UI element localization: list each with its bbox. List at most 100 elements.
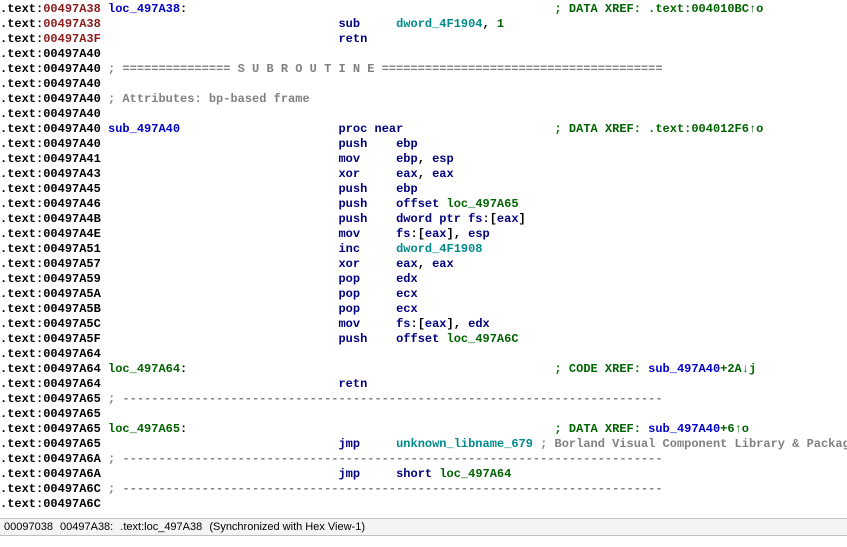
operands[interactable]: ebp: [396, 137, 418, 151]
address[interactable]: 00497A40: [43, 62, 101, 76]
asm-line[interactable]: .text:00497A65 ; -----------------------…: [0, 392, 847, 407]
address[interactable]: 00497A46: [43, 197, 101, 211]
asm-line[interactable]: .text:00497A6C: [0, 497, 847, 512]
asm-line[interactable]: .text:00497A38 sub dword_4F1904, 1: [0, 17, 847, 32]
operands[interactable]: eax, eax: [396, 257, 454, 271]
asm-line[interactable]: .text:00497A38 loc_497A38: ; DATA XREF: …: [0, 2, 847, 17]
asm-line[interactable]: .text:00497A4B push dword ptr fs:[eax]: [0, 212, 847, 227]
operands[interactable]: offset loc_497A65: [396, 197, 518, 211]
asm-line[interactable]: .text:00497A43 xor eax, eax: [0, 167, 847, 182]
operands[interactable]: offset loc_497A6C: [396, 332, 518, 346]
address[interactable]: 00497A45: [43, 182, 101, 196]
segment-prefix: .text:: [0, 92, 43, 106]
asm-line[interactable]: .text:00497A51 inc dword_4F1908: [0, 242, 847, 257]
address[interactable]: 00497A6A: [43, 452, 101, 466]
address[interactable]: 00497A5B: [43, 302, 101, 316]
segment-prefix: .text:: [0, 2, 43, 16]
asm-line[interactable]: .text:00497A40 ; Attributes: bp-based fr…: [0, 92, 847, 107]
asm-line[interactable]: .text:00497A59 pop edx: [0, 272, 847, 287]
asm-line[interactable]: .text:00497A40 ; =============== S U B R…: [0, 62, 847, 77]
operands[interactable]: fs:[eax], edx: [396, 317, 490, 331]
asm-line[interactable]: .text:00497A40: [0, 77, 847, 92]
operands[interactable]: dword_4F1908: [396, 242, 482, 256]
operands[interactable]: dword ptr fs:[eax]: [396, 212, 526, 226]
asm-line[interactable]: .text:00497A6A ; -----------------------…: [0, 452, 847, 467]
address[interactable]: 00497A5A: [43, 287, 101, 301]
address[interactable]: 00497A40: [43, 92, 101, 106]
xref[interactable]: ; DATA XREF: sub_497A40+6↑o: [555, 422, 749, 436]
operands[interactable]: ecx: [396, 287, 418, 301]
address[interactable]: 00497A4B: [43, 212, 101, 226]
address[interactable]: 00497A38: [43, 17, 101, 31]
address[interactable]: 00497A59: [43, 272, 101, 286]
code-label[interactable]: loc_497A64: [108, 362, 180, 376]
asm-line[interactable]: .text:00497A65 jmp unknown_libname_679 ;…: [0, 437, 847, 452]
asm-line[interactable]: .text:00497A5F push offset loc_497A6C: [0, 332, 847, 347]
asm-line[interactable]: .text:00497A5B pop ecx: [0, 302, 847, 317]
address[interactable]: 00497A64: [43, 347, 101, 361]
asm-line[interactable]: .text:00497A65 loc_497A65: ; DATA XREF: …: [0, 422, 847, 437]
address[interactable]: 00497A40: [43, 77, 101, 91]
address[interactable]: 00497A64: [43, 377, 101, 391]
asm-line[interactable]: .text:00497A40 push ebp: [0, 137, 847, 152]
asm-line[interactable]: .text:00497A57 xor eax, eax: [0, 257, 847, 272]
xref[interactable]: ; DATA XREF: .text:004010BC↑o: [555, 2, 764, 16]
code-label[interactable]: loc_497A38: [108, 2, 180, 16]
address[interactable]: 00497A40: [43, 107, 101, 121]
asm-line[interactable]: .text:00497A6C ; -----------------------…: [0, 482, 847, 497]
address[interactable]: 00497A6C: [43, 482, 101, 496]
asm-line[interactable]: .text:00497A5C mov fs:[eax], edx: [0, 317, 847, 332]
address[interactable]: 00497A6C: [43, 497, 101, 511]
address[interactable]: 00497A65: [43, 437, 101, 451]
asm-line[interactable]: .text:00497A6A jmp short loc_497A64: [0, 467, 847, 482]
mnemonic: pop: [338, 287, 360, 301]
address[interactable]: 00497A65: [43, 392, 101, 406]
address[interactable]: 00497A5C: [43, 317, 101, 331]
address[interactable]: 00497A38: [43, 2, 101, 16]
xref[interactable]: ; DATA XREF: .text:004012F6↑o: [555, 122, 764, 136]
address[interactable]: 00497A40: [43, 47, 101, 61]
asm-line[interactable]: .text:00497A64 retn: [0, 377, 847, 392]
segment-prefix: .text:: [0, 437, 43, 451]
address[interactable]: 00497A4E: [43, 227, 101, 241]
asm-line[interactable]: .text:00497A40 sub_497A40 proc near ; DA…: [0, 122, 847, 137]
address[interactable]: 00497A3F: [43, 32, 101, 46]
address[interactable]: 00497A41: [43, 152, 101, 166]
address[interactable]: 00497A40: [43, 137, 101, 151]
operands[interactable]: fs:[eax], esp: [396, 227, 490, 241]
address[interactable]: 00497A65: [43, 422, 101, 436]
asm-line[interactable]: .text:00497A3F retn: [0, 32, 847, 47]
operands[interactable]: unknown_libname_679 ; Borland Visual Com…: [396, 437, 847, 451]
address[interactable]: 00497A6A: [43, 467, 101, 481]
address[interactable]: 00497A40: [43, 122, 101, 136]
address[interactable]: 00497A65: [43, 407, 101, 421]
operands[interactable]: dword_4F1904, 1: [396, 17, 504, 31]
address[interactable]: 00497A57: [43, 257, 101, 271]
asm-line[interactable]: .text:00497A46 push offset loc_497A65: [0, 197, 847, 212]
asm-line[interactable]: .text:00497A40: [0, 107, 847, 122]
asm-line[interactable]: .text:00497A40: [0, 47, 847, 62]
operands[interactable]: ebp, esp: [396, 152, 454, 166]
address[interactable]: 00497A43: [43, 167, 101, 181]
asm-line[interactable]: .text:00497A65: [0, 407, 847, 422]
address[interactable]: 00497A64: [43, 362, 101, 376]
address[interactable]: 00497A51: [43, 242, 101, 256]
operands[interactable]: ebp: [396, 182, 418, 196]
asm-line[interactable]: .text:00497A5A pop ecx: [0, 287, 847, 302]
asm-line[interactable]: .text:00497A64 loc_497A64: ; CODE XREF: …: [0, 362, 847, 377]
operands[interactable]: edx: [396, 272, 418, 286]
segment-prefix: .text:: [0, 62, 43, 76]
asm-line[interactable]: .text:00497A64: [0, 347, 847, 362]
address[interactable]: 00497A5F: [43, 332, 101, 346]
xref[interactable]: ; CODE XREF: sub_497A40+2A↓j: [555, 362, 757, 376]
asm-line[interactable]: .text:00497A41 mov ebp, esp: [0, 152, 847, 167]
asm-line[interactable]: .text:00497A4E mov fs:[eax], esp: [0, 227, 847, 242]
operands[interactable]: eax, eax: [396, 167, 454, 181]
operands[interactable]: short loc_497A64: [396, 467, 511, 481]
disassembly-view[interactable]: .text:00497A38 loc_497A38: ; DATA XREF: …: [0, 0, 847, 514]
code-label[interactable]: sub_497A40: [108, 122, 180, 136]
code-label[interactable]: loc_497A65: [108, 422, 180, 436]
asm-line[interactable]: .text:00497A45 push ebp: [0, 182, 847, 197]
segment-prefix: .text:: [0, 362, 43, 376]
operands[interactable]: ecx: [396, 302, 418, 316]
